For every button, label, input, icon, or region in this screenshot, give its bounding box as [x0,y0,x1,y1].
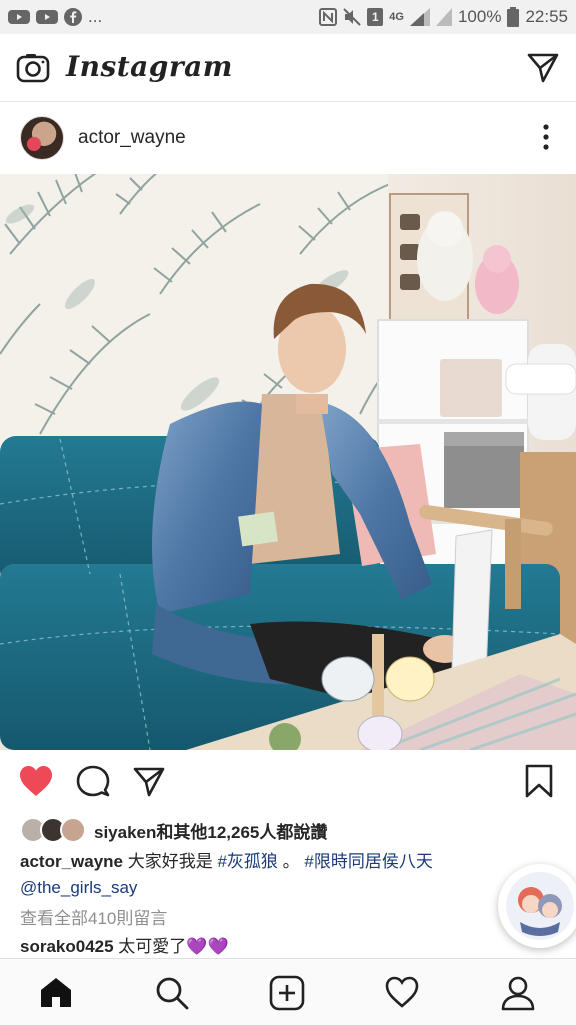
caption: actor_wayne 大家好我是 #灰孤狼 。 #限時同居侯八天 @the_g… [20,849,433,901]
post-photo[interactable] [0,174,576,750]
flower-icon [27,137,41,151]
facebook-icon [64,8,82,26]
comment-username[interactable]: sorako0425 [20,937,114,956]
caption-text: 大家好我是 [123,852,218,871]
caption-username[interactable]: actor_wayne [20,852,123,871]
hashtag-link[interactable]: #灰孤狼 [217,852,277,871]
floating-sticker[interactable] [498,864,576,948]
add-icon[interactable] [269,975,305,1016]
view-all-comments[interactable]: 查看全部410則留言 [20,906,167,932]
post-actions [0,750,576,812]
paper-plane-icon[interactable] [526,50,560,89]
top-bar: Instagram [0,34,576,102]
search-icon[interactable] [154,975,190,1016]
status-bar: ... 1 4G 100% 22:55 [0,0,576,34]
app-logo: Instagram [66,50,233,83]
avatar[interactable] [20,116,64,160]
heart-icon[interactable] [18,764,54,803]
profile-icon[interactable] [500,975,536,1016]
comment-text: 太可愛了💜💜 [113,937,229,956]
mute-icon [343,8,361,26]
likes-row[interactable]: siyaken和其他12,265人都說讚 [20,816,327,844]
sim-icon: 1 [367,8,384,26]
post-username[interactable]: actor_wayne [78,127,186,149]
caption-separator: 。 [277,852,305,871]
youtube-icon [8,9,30,25]
camera-icon[interactable] [16,51,50,90]
more-notifications: ... [88,7,103,26]
mention-link[interactable]: @the_girls_say [20,878,137,897]
heart-outline-icon[interactable] [384,975,420,1014]
signal-icon [409,8,430,26]
home-icon[interactable] [38,975,74,1014]
post-header: actor_wayne [0,103,576,173]
battery-percent: 100% [457,7,502,26]
share-icon[interactable] [132,764,166,803]
comment-icon[interactable] [76,764,110,803]
network-type: 4G [389,11,404,23]
bookmark-icon[interactable] [524,764,554,803]
hashtag-link[interactable]: #限時同居侯八天 [304,852,432,871]
bottom-nav [0,958,576,1025]
likes-text: siyaken和其他12,265人都說讚 [94,822,328,842]
photo-scene [0,174,576,750]
comment: sorako0425 太可愛了💜💜 [20,934,229,960]
clock: 22:55 [525,7,568,26]
nfc-icon [319,8,338,26]
battery-icon [507,7,520,27]
avatar [60,817,86,843]
more-vertical-icon[interactable] [542,123,550,156]
signal-icon [435,8,452,26]
youtube-icon [36,9,58,25]
